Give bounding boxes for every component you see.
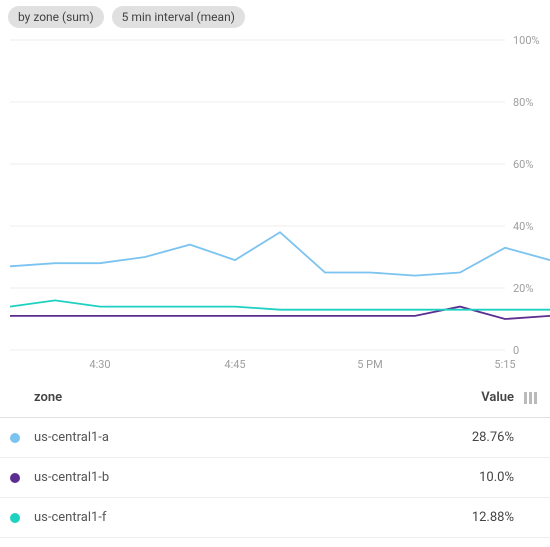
zone-value: 12.88% <box>444 510 514 525</box>
filter-chips: by zone (sum) 5 min interval (mean) <box>0 0 550 28</box>
line-chart: 0 20% 40% 60% 80% 100% 4:30 4:45 5 PM 5:15 <box>0 28 550 378</box>
zone-name: us-central1-f <box>34 510 444 525</box>
chip-group-by[interactable]: by zone (sum) <box>8 6 104 28</box>
x-tick-label: 4:30 <box>89 358 110 371</box>
header-zone[interactable]: zone <box>34 390 444 405</box>
series-line <box>10 307 550 319</box>
series-swatch <box>10 433 20 443</box>
y-tick-label: 80% <box>513 96 533 109</box>
y-tick-label: 40% <box>513 220 533 233</box>
x-tick-label: 5:15 <box>494 358 515 371</box>
table-row[interactable]: us-central1-f12.88% <box>0 498 550 538</box>
series-line <box>10 232 550 275</box>
x-tick-label: 5 PM <box>357 358 382 371</box>
zone-name: us-central1-b <box>34 470 444 485</box>
table-header: zone Value <box>0 378 550 418</box>
table-row[interactable]: us-central1-b10.0% <box>0 458 550 498</box>
series-swatch <box>10 513 20 523</box>
chip-interval[interactable]: 5 min interval (mean) <box>112 6 245 28</box>
y-tick-label: 60% <box>513 158 533 171</box>
series-swatch <box>10 473 20 483</box>
y-tick-label: 20% <box>513 282 533 295</box>
chart-grid: 0 20% 40% 60% 80% 100% 4:30 4:45 5 PM 5:15 <box>10 34 540 371</box>
table-row[interactable]: us-central1-a28.76% <box>0 418 550 458</box>
zone-value: 10.0% <box>444 470 514 485</box>
chart-area: 0 20% 40% 60% 80% 100% 4:30 4:45 5 PM 5:15 <box>0 28 550 378</box>
y-tick-label: 100% <box>513 34 540 47</box>
zone-value: 28.76% <box>444 430 514 445</box>
zone-name: us-central1-a <box>34 430 444 445</box>
x-tick-label: 4:45 <box>224 358 245 371</box>
legend-table: zone Value us-central1-a28.76%us-central… <box>0 378 550 538</box>
column-chooser-icon[interactable] <box>514 390 538 405</box>
y-tick-label: 0 <box>513 344 519 357</box>
header-value[interactable]: Value <box>444 390 514 405</box>
